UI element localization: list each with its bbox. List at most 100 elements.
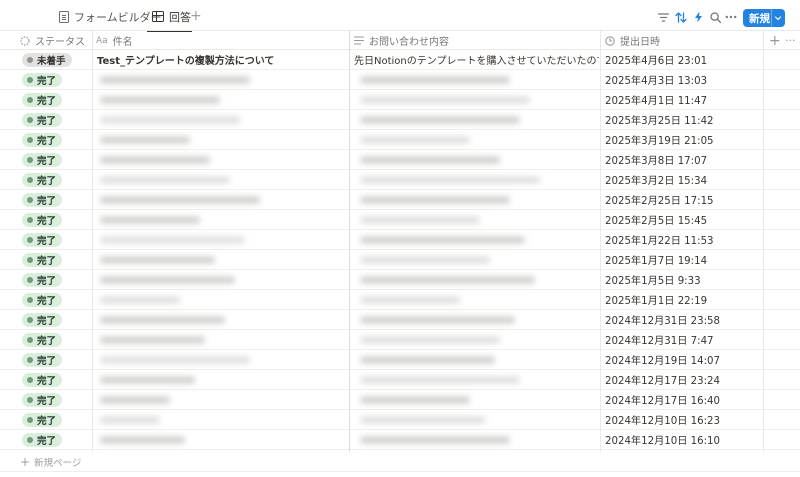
add-view-icon[interactable]: + <box>190 8 202 24</box>
status-dot-icon <box>27 297 33 303</box>
status-badge[interactable]: 完了 <box>22 233 63 247</box>
search-icon[interactable] <box>709 11 721 23</box>
column-header-submitted[interactable]: 提出日時 <box>601 31 761 50</box>
redacted-text <box>360 416 485 424</box>
subject-text: Test_テンプレートの複製方法について <box>97 56 275 67</box>
submitted-date-cell[interactable]: 2024年12月10日 16:23 <box>605 410 765 429</box>
status-badge[interactable]: 完了 <box>22 373 63 387</box>
submitted-date-cell[interactable]: 2025年2月25日 17:15 <box>605 190 765 209</box>
submitted-date-cell[interactable]: 2025年3月25日 11:42 <box>605 110 765 129</box>
table-row[interactable]: 完了 2024年12月17日 23:24 <box>0 370 800 390</box>
redacted-text <box>360 196 510 204</box>
redacted-text <box>360 136 470 144</box>
submitted-date-cell[interactable]: 2025年4月1日 11:47 <box>605 90 765 109</box>
status-label: 完了 <box>37 256 57 267</box>
tab-form-builder[interactable]: フォームビルダー <box>59 0 162 33</box>
status-label: 完了 <box>37 416 57 427</box>
status-dot-icon <box>27 317 33 323</box>
redacted-text <box>360 216 480 224</box>
table-row[interactable]: 未着手 Test_テンプレートの複製方法について 先日Notionのテンプレートを購… <box>0 50 800 70</box>
table-row[interactable]: 完了 2025年1月5日 9:33 <box>0 270 800 290</box>
submitted-date-cell[interactable]: 2025年3月2日 15:34 <box>605 170 765 189</box>
table-row[interactable]: 完了 2024年12月31日 7:47 <box>0 330 800 350</box>
submitted-date-cell[interactable]: 2025年4月3日 13:03 <box>605 70 765 89</box>
submitted-date-cell[interactable]: 2024年12月31日 23:58 <box>605 310 765 329</box>
table-row[interactable]: 完了 2024年12月19日 14:07 <box>0 350 800 370</box>
table-row[interactable]: 完了 2024年12月10日 16:10 <box>0 430 800 450</box>
table-row[interactable]: 完了 2024年12月10日 16:23 <box>0 410 800 430</box>
table-row[interactable]: 完了 2025年2月25日 17:15 <box>0 190 800 210</box>
submitted-date-cell[interactable]: 2024年12月31日 7:47 <box>605 330 765 349</box>
submitted-date-cell[interactable]: 2024年12月19日 14:07 <box>605 350 765 369</box>
tab-responses[interactable]: 回答 <box>152 0 191 33</box>
submitted-date-cell[interactable]: 2025年2月5日 15:45 <box>605 210 765 229</box>
table-row[interactable]: 完了 2024年12月17日 16:40 <box>0 390 800 410</box>
status-badge[interactable]: 完了 <box>22 293 63 307</box>
sort-icon[interactable] <box>675 11 687 23</box>
status-label: 完了 <box>37 436 57 447</box>
redacted-text <box>100 216 200 224</box>
status-badge[interactable]: 完了 <box>22 193 63 207</box>
table-row[interactable]: 完了 2025年1月22日 11:53 <box>0 230 800 250</box>
status-label: 完了 <box>37 356 57 367</box>
submitted-date-cell[interactable]: 2025年1月5日 9:33 <box>605 270 765 289</box>
status-badge[interactable]: 完了 <box>22 253 63 267</box>
status-badge[interactable]: 完了 <box>22 113 63 127</box>
redacted-text <box>360 436 510 444</box>
column-header-subject[interactable]: Aa 件名 <box>92 31 349 50</box>
submitted-date-cell[interactable]: 2025年1月7日 19:14 <box>605 250 765 269</box>
new-page-label: 新規ページ <box>34 458 82 469</box>
submitted-date-cell[interactable]: 2025年1月22日 11:53 <box>605 230 765 249</box>
status-badge[interactable]: 完了 <box>22 353 63 367</box>
more-icon[interactable]: ··· <box>781 31 799 50</box>
status-badge[interactable]: 完了 <box>22 413 63 427</box>
redacted-text <box>100 256 215 264</box>
column-header-status[interactable]: ステータス <box>16 31 92 50</box>
new-page-button[interactable]: + 新規ページ <box>20 455 81 469</box>
more-icon[interactable] <box>725 11 737 23</box>
table-row[interactable]: 完了 2025年1月1日 22:19 <box>0 290 800 310</box>
table-row[interactable]: 完了 2024年12月31日 23:58 <box>0 310 800 330</box>
table-row[interactable]: 完了 2025年1月7日 19:14 <box>0 250 800 270</box>
status-badge[interactable]: 完了 <box>22 393 63 407</box>
status-badge[interactable]: 完了 <box>22 333 63 347</box>
status-badge[interactable]: 完了 <box>22 133 63 147</box>
status-dot-icon <box>27 97 33 103</box>
status-badge[interactable]: 完了 <box>22 153 63 167</box>
table-row[interactable]: 完了 2025年4月1日 11:47 <box>0 90 800 110</box>
chevron-down-icon[interactable] <box>774 14 782 22</box>
submitted-date-cell[interactable]: 2024年12月10日 16:10 <box>605 430 765 449</box>
submitted-date-cell[interactable]: 2025年3月19日 21:05 <box>605 130 765 149</box>
submitted-date-cell[interactable]: 2025年3月8日 17:07 <box>605 150 765 169</box>
content-cell[interactable]: 先日Notionのテンプレートを購入させていただいたのですが、複 <box>354 50 599 69</box>
submitted-date-cell[interactable]: 2025年4月6日 23:01 <box>605 50 765 69</box>
subject-cell[interactable]: Test_テンプレートの複製方法について <box>97 50 347 69</box>
filter-icon[interactable] <box>657 11 669 23</box>
table-row[interactable]: 完了 2025年3月8日 17:07 <box>0 150 800 170</box>
submitted-date-cell[interactable]: 2025年1月1日 22:19 <box>605 290 765 309</box>
table-row[interactable]: 完了 2025年3月2日 15:34 <box>0 170 800 190</box>
table-row[interactable]: 完了 2025年3月25日 11:42 <box>0 110 800 130</box>
status-badge[interactable]: 完了 <box>22 313 63 327</box>
status-badge[interactable]: 未着手 <box>22 53 72 67</box>
status-badge[interactable]: 完了 <box>22 93 63 107</box>
status-dot-icon <box>27 217 33 223</box>
status-badge[interactable]: 完了 <box>22 213 63 227</box>
redacted-text <box>360 236 525 244</box>
title-type-icon: Aa <box>96 35 108 46</box>
status-badge[interactable]: 完了 <box>22 433 63 447</box>
new-button[interactable]: 新規 <box>743 9 785 27</box>
status-label: 完了 <box>37 396 57 407</box>
table-row[interactable]: 完了 2025年2月5日 15:45 <box>0 210 800 230</box>
status-badge[interactable]: 完了 <box>22 73 63 87</box>
status-badge[interactable]: 完了 <box>22 273 63 287</box>
submitted-date-cell[interactable]: 2024年12月17日 23:24 <box>605 370 765 389</box>
redacted-text <box>100 376 195 384</box>
column-header-content[interactable]: お問い合わせ内容 <box>350 31 600 50</box>
table-row[interactable]: 完了 2025年4月3日 13:03 <box>0 70 800 90</box>
status-dot-icon <box>27 357 33 363</box>
submitted-date-cell[interactable]: 2024年12月17日 16:40 <box>605 390 765 409</box>
table-row[interactable]: 完了 2025年3月19日 21:05 <box>0 130 800 150</box>
lightning-icon[interactable] <box>692 11 704 23</box>
status-badge[interactable]: 完了 <box>22 173 63 187</box>
